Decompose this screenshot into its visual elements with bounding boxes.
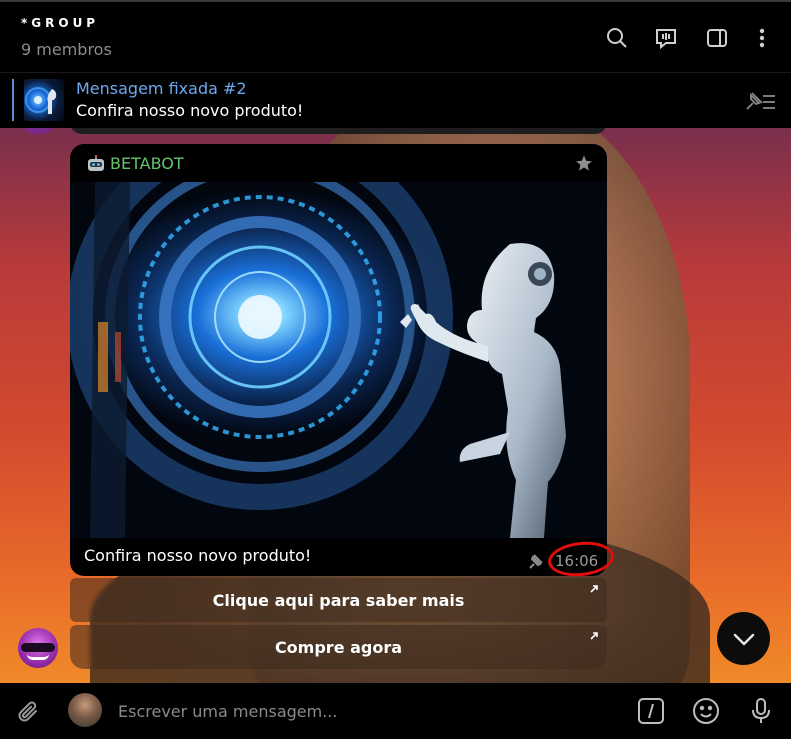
external-link-icon — [590, 632, 598, 640]
microphone-icon[interactable] — [746, 696, 776, 726]
pinned-thumbnail — [24, 79, 64, 121]
message-image[interactable] — [70, 182, 607, 538]
star-icon[interactable] — [575, 154, 593, 172]
pinned-label: Mensagem fixada #2 — [76, 79, 247, 98]
group-title[interactable]: *GROUP — [21, 16, 99, 30]
message-bubble[interactable]: BETABOT Confira nosso novo produto! 16:0… — [70, 144, 607, 576]
chevron-down-icon — [733, 633, 754, 645]
sender-avatar[interactable] — [18, 628, 58, 668]
more-vertical-icon[interactable] — [750, 26, 774, 50]
bot-commands-icon[interactable] — [636, 696, 666, 726]
inline-button-label: Clique aqui para saber mais — [212, 590, 465, 610]
live-chat-icon[interactable] — [654, 26, 678, 50]
pinned-list-icon[interactable] — [743, 89, 777, 113]
search-icon[interactable] — [605, 26, 629, 50]
chat-area[interactable]: BETABOT Confira nosso novo produto! 16:0… — [0, 128, 791, 683]
scroll-down-button[interactable] — [717, 612, 770, 665]
sender-name: BETABOT — [110, 154, 184, 173]
avatar-smile — [27, 654, 49, 660]
pinned-indicator — [12, 79, 14, 121]
chat-header: *GROUP 9 membros — [0, 0, 791, 72]
inline-button-buy-now[interactable]: Compre agora — [70, 625, 607, 669]
inline-button-learn-more[interactable]: Clique aqui para saber mais — [70, 578, 607, 622]
message-composer — [0, 683, 791, 739]
external-link-icon — [590, 585, 598, 593]
previous-avatar — [20, 128, 56, 134]
message-input[interactable] — [118, 697, 618, 725]
sidebar-toggle-icon[interactable] — [705, 26, 729, 50]
robot-icon — [88, 154, 104, 171]
avatar-visor — [21, 643, 55, 652]
member-count[interactable]: 9 membros — [21, 40, 112, 59]
emoji-icon[interactable] — [691, 696, 721, 726]
pinned-text: Confira nosso novo produto! — [76, 101, 304, 120]
message-sender[interactable]: BETABOT — [86, 154, 184, 173]
message-caption: Confira nosso novo produto! — [84, 546, 312, 565]
attach-icon[interactable] — [16, 699, 42, 725]
previous-message-bubble — [70, 128, 607, 134]
inline-button-label: Compre agora — [274, 637, 403, 657]
pin-icon — [529, 554, 543, 569]
pinned-message-bar[interactable]: Mensagem fixada #2 Confira nosso novo pr… — [0, 72, 791, 128]
user-avatar[interactable] — [68, 693, 102, 727]
